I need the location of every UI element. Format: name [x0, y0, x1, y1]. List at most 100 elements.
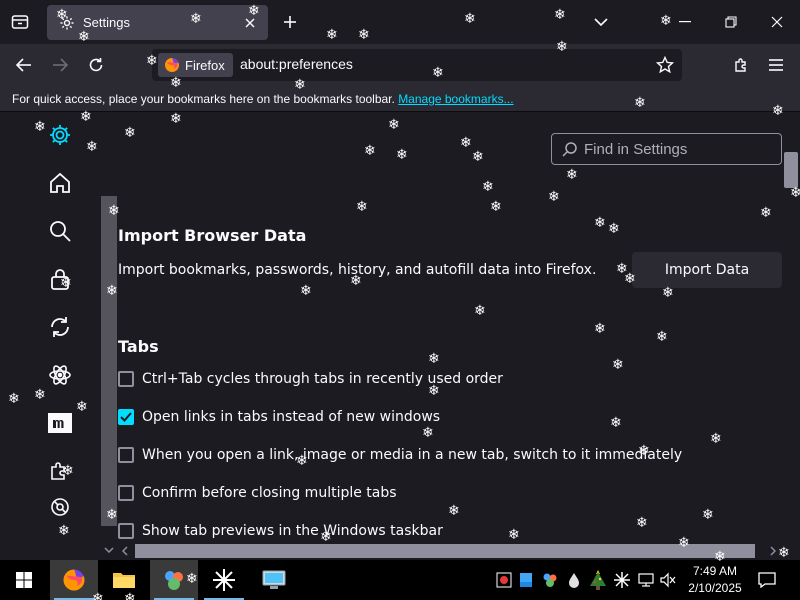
- tabs-section-title: Tabs: [118, 337, 159, 356]
- tray-app-colorful[interactable]: [540, 570, 560, 590]
- taskbar-file-explorer[interactable]: [100, 560, 148, 600]
- checkbox[interactable]: [118, 447, 134, 463]
- windows-logo-icon: [16, 572, 32, 588]
- url-bar[interactable]: Firefox about:preferences: [152, 49, 682, 81]
- taskbar-firefox[interactable]: [50, 560, 98, 600]
- tray-app-icon: [496, 572, 512, 588]
- scroll-right-button[interactable]: [766, 544, 780, 558]
- gear-icon: [50, 125, 70, 145]
- reload-icon: [89, 58, 103, 72]
- find-in-settings-box[interactable]: [551, 133, 782, 165]
- network-icon: [638, 573, 654, 587]
- import-data-button[interactable]: Import Data: [632, 252, 782, 288]
- bookmarks-empty-message: For quick access, place your bookmarks h…: [12, 92, 399, 106]
- url-text[interactable]: about:preferences: [240, 56, 353, 72]
- sync-icon: [51, 317, 69, 337]
- option-label: When you open a link, image or media in …: [142, 447, 683, 463]
- chevron-down-icon: [594, 18, 608, 26]
- forward-button[interactable]: [46, 51, 74, 79]
- option-open-links-in-tabs[interactable]: Open links in tabs instead of new window…: [118, 406, 440, 428]
- option-taskbar-previews[interactable]: Show tab previews in the Windows taskbar: [118, 520, 443, 542]
- option-ctrl-tab-cycles[interactable]: Ctrl+Tab cycles through tabs in recently…: [118, 368, 503, 390]
- category-more-from-mozilla[interactable]: [44, 407, 76, 439]
- category-sync[interactable]: [44, 311, 76, 343]
- hamburger-menu-icon: [769, 59, 783, 71]
- category-extensions-themes[interactable]: [44, 455, 76, 487]
- sidebar-scrollbar[interactable]: [101, 196, 117, 526]
- checkbox[interactable]: [118, 485, 134, 501]
- identity-box[interactable]: Firefox: [158, 53, 233, 77]
- extensions-button[interactable]: [727, 51, 755, 79]
- app-menu-button[interactable]: [762, 51, 790, 79]
- star-icon: [656, 56, 674, 74]
- tray-app-drop[interactable]: [564, 570, 584, 590]
- plus-icon: [284, 16, 296, 28]
- gear-icon: [59, 15, 75, 31]
- tab-list-button[interactable]: [6, 10, 34, 34]
- list-all-tabs-button[interactable]: [581, 8, 621, 36]
- tray-app-blue[interactable]: [516, 570, 536, 590]
- lock-icon: [51, 269, 69, 290]
- tray-app-sparkle[interactable]: [612, 570, 632, 590]
- sparkle-icon: [614, 572, 630, 588]
- chevron-right-icon: [770, 546, 776, 556]
- tab-list-icon: [11, 15, 29, 29]
- checkbox[interactable]: [118, 523, 134, 539]
- taskbar-app-colorful[interactable]: [150, 560, 198, 600]
- preferences-content: Import Browser Data Import bookmarks, pa…: [0, 112, 800, 560]
- taskbar-app-star[interactable]: [200, 560, 248, 600]
- volume-status[interactable]: [658, 570, 678, 590]
- category-home[interactable]: [44, 167, 76, 199]
- minimize-icon: [679, 21, 691, 23]
- monitor-icon: [262, 570, 286, 589]
- scrollbar-thumb[interactable]: [784, 152, 798, 188]
- close-window-button[interactable]: [757, 8, 797, 36]
- bookmark-star-button[interactable]: [654, 54, 676, 76]
- manage-bookmarks-link[interactable]: Manage bookmarks...: [398, 92, 513, 106]
- tray-app-red[interactable]: [494, 570, 514, 590]
- scrollbar-thumb[interactable]: [135, 544, 755, 558]
- start-button[interactable]: [0, 560, 48, 600]
- puzzle-icon: [735, 58, 746, 72]
- option-confirm-close-tabs[interactable]: Confirm before closing multiple tabs: [118, 482, 397, 504]
- vertical-scrollbar[interactable]: [782, 112, 800, 560]
- category-search[interactable]: [44, 215, 76, 247]
- category-support[interactable]: [44, 491, 76, 523]
- close-tab-button[interactable]: [240, 13, 260, 33]
- navigation-toolbar: Firefox about:preferences: [0, 44, 800, 86]
- support-icon: [51, 498, 69, 516]
- checkbox[interactable]: [118, 371, 134, 387]
- option-label: Confirm before closing multiple tabs: [142, 485, 397, 501]
- back-button[interactable]: [10, 51, 38, 79]
- identity-label: Firefox: [185, 57, 225, 73]
- tray-app-tree[interactable]: [588, 570, 608, 590]
- taskbar-app-monitor[interactable]: [250, 560, 298, 600]
- sidebar-scroll-down-button[interactable]: [101, 542, 117, 558]
- network-status[interactable]: [636, 570, 656, 590]
- category-firefox-labs[interactable]: [44, 359, 76, 391]
- restore-button[interactable]: [711, 8, 751, 36]
- tab-settings[interactable]: Settings: [47, 5, 268, 40]
- close-icon: [771, 16, 783, 28]
- option-switch-to-new-tab[interactable]: When you open a link, image or media in …: [118, 444, 682, 466]
- windows-taskbar: 7:49 AM 2/10/2025: [0, 560, 800, 600]
- reload-button[interactable]: [82, 51, 110, 79]
- search-icon: [50, 221, 71, 242]
- notification-center-button[interactable]: [757, 570, 777, 590]
- category-privacy[interactable]: [44, 263, 76, 295]
- checkbox-checked[interactable]: [118, 409, 134, 425]
- minimize-button[interactable]: [665, 8, 705, 36]
- droplet-icon: [569, 573, 579, 588]
- mozilla-icon: [48, 413, 72, 433]
- chevron-down-icon: [104, 547, 114, 553]
- extensions-puzzle-icon: [51, 462, 65, 480]
- new-tab-button[interactable]: [278, 10, 302, 34]
- horizontal-scrollbar[interactable]: [118, 542, 782, 560]
- category-general[interactable]: [44, 119, 76, 151]
- option-label: Ctrl+Tab cycles through tabs in recently…: [142, 371, 503, 387]
- scroll-left-button[interactable]: [118, 544, 132, 558]
- find-in-settings-input[interactable]: [584, 140, 774, 158]
- speaker-muted-icon: [660, 572, 676, 588]
- taskbar-clock[interactable]: 7:49 AM 2/10/2025: [686, 563, 744, 597]
- home-icon: [50, 172, 70, 193]
